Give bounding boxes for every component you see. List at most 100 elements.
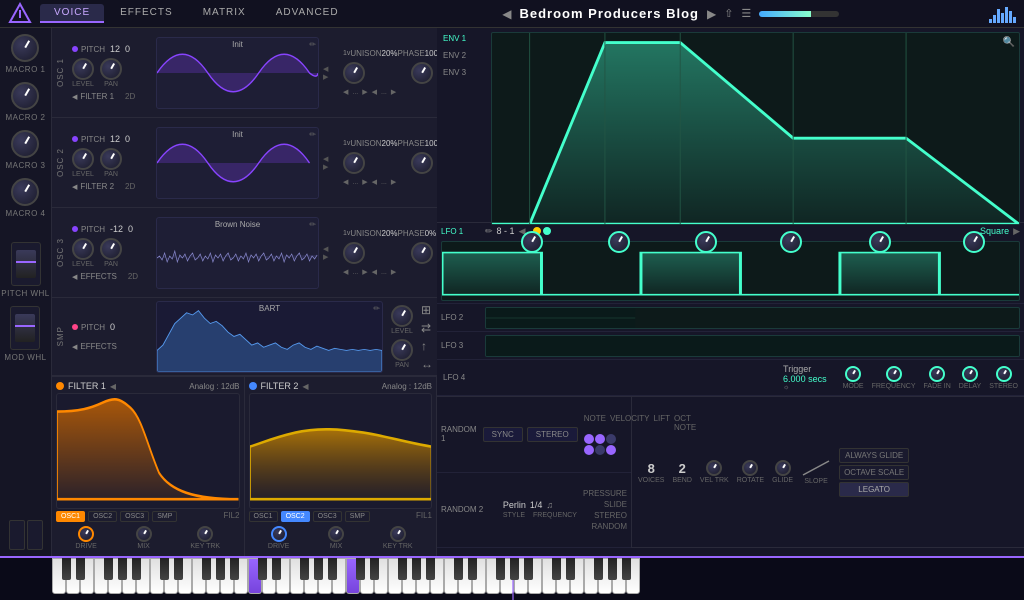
smp-active-dot[interactable] [72, 324, 78, 330]
smp-arrow-icon[interactable]: ↔ [421, 357, 433, 371]
filter-2-src-smp[interactable]: SMP [345, 511, 370, 522]
black-key[interactable] [524, 558, 533, 580]
smp-save-icon[interactable]: ↑ [421, 339, 433, 353]
smp-loop-icon[interactable]: ⊞ [421, 303, 433, 317]
env-2-tab[interactable]: ENV 2 [441, 49, 483, 62]
osc-1-level-knob[interactable] [72, 58, 94, 80]
lfo-1-arrow-r[interactable]: ▶ [1013, 226, 1020, 237]
macro-3-knob[interactable] [11, 130, 39, 158]
black-key[interactable] [552, 558, 561, 580]
osc-2-unison-knob[interactable] [343, 152, 365, 174]
black-key[interactable] [314, 558, 323, 580]
osc-3-active-dot[interactable] [72, 226, 78, 232]
filter-2-mix-knob[interactable] [328, 526, 344, 542]
osc-3-phase-knob[interactable] [411, 242, 433, 264]
osc-2-arrow-r2[interactable]: ▶ [391, 178, 396, 186]
glide-knob[interactable] [775, 460, 791, 476]
env-search-icon[interactable]: 🔍 [1003, 37, 1015, 48]
macro-1-knob[interactable] [11, 34, 39, 62]
volume-bar[interactable] [759, 11, 839, 17]
osc-2-filter-arrow[interactable]: ◀ [72, 183, 77, 191]
black-key[interactable] [398, 558, 407, 580]
panel-btn-2[interactable] [27, 520, 43, 550]
osc-1-filter-arrow-l[interactable]: ◀ [72, 93, 77, 101]
osc-2-arrow-l2[interactable]: ◀ [372, 178, 377, 186]
oct-dot-1[interactable] [584, 434, 594, 444]
osc-1-edit-icon[interactable]: ✏ [309, 40, 316, 49]
filter-2-drive-knob[interactable] [271, 526, 287, 542]
filter-1-src-osc1[interactable]: OSC1 [56, 511, 85, 522]
menu-icon[interactable]: ☰ [741, 7, 751, 20]
osc-2-arrow-r[interactable]: ▶ [362, 178, 367, 186]
tab-effects[interactable]: EFFECTS [106, 4, 187, 23]
osc-2-waveform[interactable]: Init ✏ [156, 127, 319, 199]
osc-1-arrow-r2[interactable]: ▶ [391, 88, 396, 96]
osc-3-level-knob[interactable] [72, 238, 94, 260]
osc-3-arrow-l[interactable]: ◀ [343, 268, 348, 276]
filter-1-drive-knob[interactable] [78, 526, 94, 542]
osc-1-phase-knob[interactable] [411, 62, 433, 84]
mod-wheel[interactable] [10, 306, 40, 350]
osc-3-waveform[interactable]: Brown Noise ✏ [156, 217, 319, 289]
black-key[interactable] [468, 558, 477, 580]
black-key[interactable] [258, 558, 267, 580]
env-1-tab[interactable]: ENV 1 [441, 32, 483, 45]
lfo-2-graph[interactable] [485, 307, 1020, 329]
env-hold-knob[interactable] [695, 231, 717, 253]
black-key[interactable] [496, 558, 505, 580]
osc-2-arrow-l[interactable]: ◀ [343, 178, 348, 186]
always-glide-btn[interactable]: ALWAYS GLIDE [839, 448, 909, 463]
black-key[interactable] [272, 558, 281, 580]
filter-1-arrow-l[interactable]: ◀ [110, 382, 116, 391]
lfo-4-label[interactable]: LFO 4 [443, 373, 483, 382]
black-key[interactable] [594, 558, 603, 580]
black-key[interactable] [454, 558, 463, 580]
oct-dot-4[interactable] [584, 445, 594, 455]
osc-2-pan-knob[interactable] [100, 148, 122, 170]
rotate-knob[interactable] [742, 460, 758, 476]
osc-1-active-dot[interactable] [72, 46, 78, 52]
black-key[interactable] [104, 558, 113, 580]
env-3-tab[interactable]: ENV 3 [441, 66, 483, 79]
tab-voice[interactable]: VOICE [40, 4, 104, 23]
vel-trk-knob[interactable] [706, 460, 722, 476]
random-1-sync-btn[interactable]: SYNC [483, 427, 523, 442]
lfo-1-cc2[interactable] [543, 227, 551, 235]
trigger-freq-knob[interactable] [886, 366, 902, 382]
env-graph[interactable]: 🔍 [491, 32, 1020, 225]
osc-1-waveform[interactable]: Init ✏ [156, 37, 319, 109]
trigger-stereo-knob[interactable] [996, 366, 1012, 382]
black-key[interactable] [328, 558, 337, 580]
osc-3-arrow-l2[interactable]: ◀ [372, 268, 377, 276]
env-release-knob[interactable] [963, 231, 985, 253]
osc-1-arrow-l[interactable]: ◀ [343, 88, 348, 96]
oct-dot-3[interactable] [606, 434, 616, 444]
prev-preset-button[interactable]: ◀ [502, 7, 511, 21]
trigger-mode-knob[interactable] [845, 366, 861, 382]
filter-1-mix-knob[interactable] [136, 526, 152, 542]
black-key[interactable] [174, 558, 183, 580]
oct-dot-6[interactable] [606, 445, 616, 455]
share-icon[interactable]: ⇧ [724, 7, 733, 20]
black-key[interactable] [412, 558, 421, 580]
black-key[interactable] [510, 558, 519, 580]
trigger-fadein-knob[interactable] [929, 366, 945, 382]
black-key[interactable] [566, 558, 575, 580]
next-preset-button[interactable]: ▶ [707, 7, 716, 21]
osc-3-edit-icon[interactable]: ✏ [309, 220, 316, 229]
black-key[interactable] [608, 558, 617, 580]
black-key[interactable] [426, 558, 435, 580]
lfo-1-label[interactable]: LFO 1 [441, 227, 481, 236]
smp-pan-knob[interactable] [391, 339, 413, 361]
trigger-sun-icon[interactable]: ☼ [783, 384, 789, 391]
tab-advanced[interactable]: ADVANCED [262, 4, 353, 23]
filter-2-dot[interactable] [249, 382, 257, 390]
smp-edit-icon[interactable]: ✏ [373, 304, 380, 313]
lfo-3-graph[interactable] [485, 335, 1020, 357]
black-key[interactable] [230, 558, 239, 580]
osc-1-arrow-l2[interactable]: ◀ [372, 88, 377, 96]
filter-1-keytrk-knob[interactable] [197, 526, 213, 542]
osc-3-arrow-r[interactable]: ▶ [362, 268, 367, 276]
osc-1-arrow-r[interactable]: ▶ [362, 88, 367, 96]
osc-3-pan-knob[interactable] [100, 238, 122, 260]
